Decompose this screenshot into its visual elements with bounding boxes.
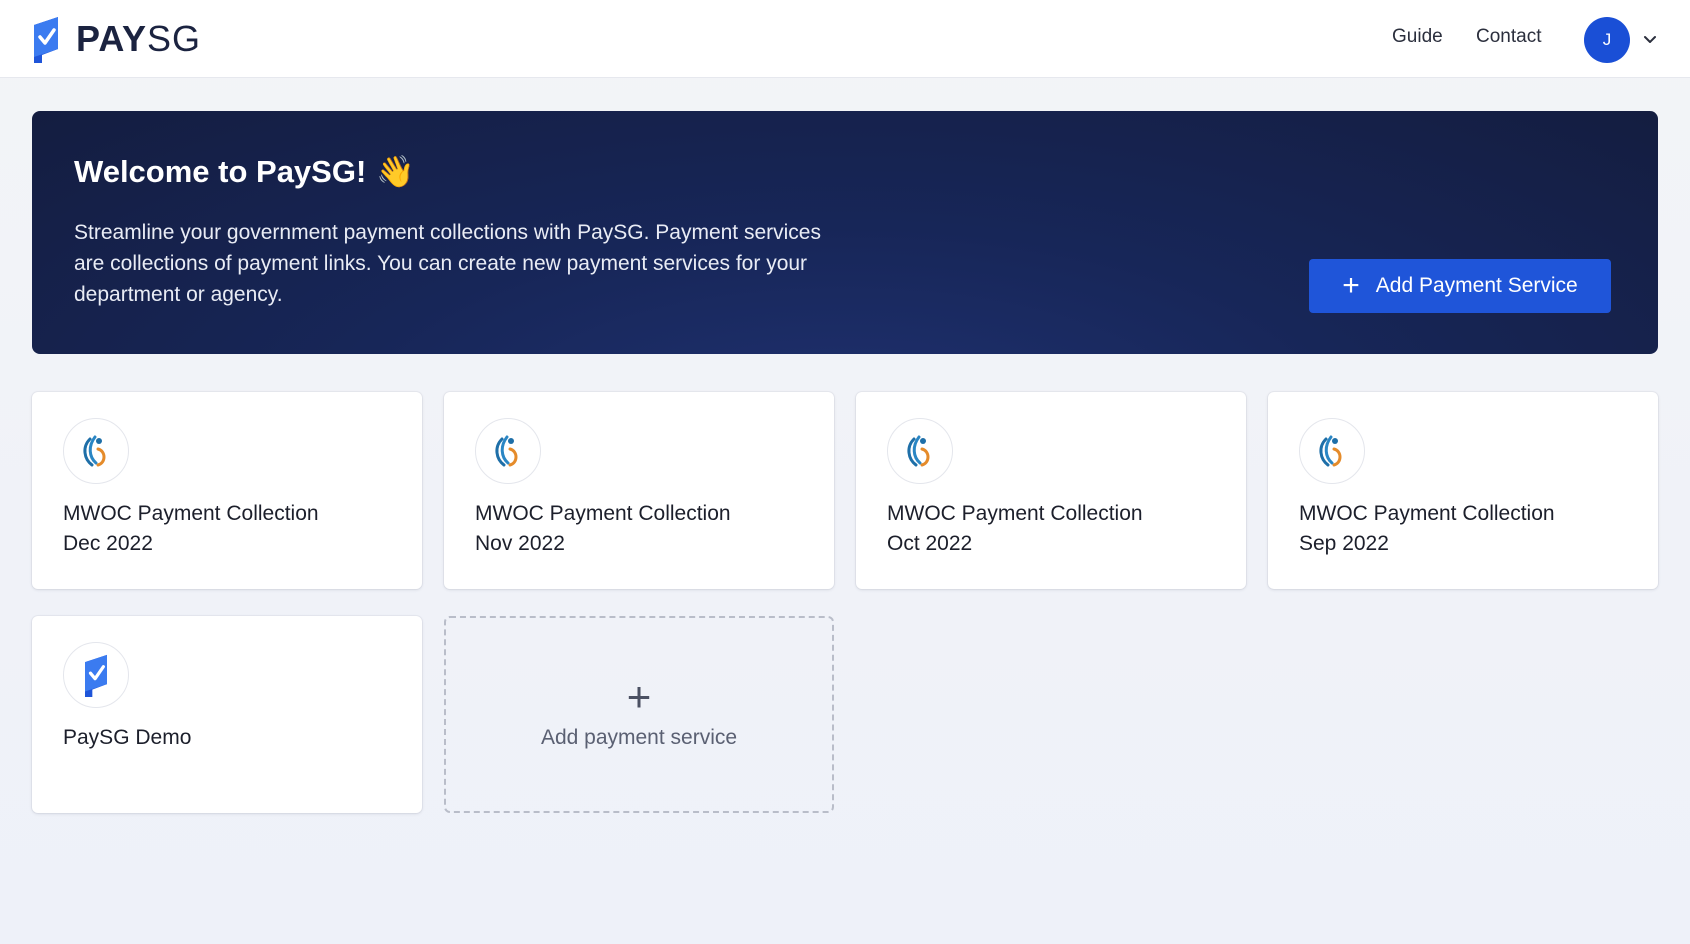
plus-icon: +	[626, 673, 652, 720]
service-title: MWOC Payment Collection Oct 2022	[887, 502, 1143, 555]
waving-hand-icon: 👋	[376, 154, 415, 189]
welcome-banner: Welcome to PaySG! 👋 Streamline your gover…	[32, 111, 1658, 354]
mwoc-logo-icon	[1319, 435, 1342, 467]
brand-wordmark: PAYSG	[76, 18, 202, 59]
mwoc-logo-icon	[83, 435, 106, 467]
plus-icon: +	[1342, 269, 1360, 302]
mwoc-logo-icon	[495, 435, 518, 467]
service-card[interactable]: MWOC Payment Collection Dec 2022	[32, 392, 422, 589]
service-logo	[63, 642, 129, 708]
welcome-title: Welcome to PaySG! 👋	[74, 154, 415, 189]
paysg-logo-icon	[34, 17, 58, 63]
service-logo	[1299, 418, 1365, 484]
service-title: MWOC Payment Collection Nov 2022	[475, 502, 731, 555]
add-payment-service-card-label: Add payment service	[540, 726, 738, 749]
service-card[interactable]: MWOC Payment Collection Nov 2022	[444, 392, 834, 589]
top-navigation-bar: PAYSG Guide Contact J	[0, 0, 1690, 78]
service-logo	[887, 418, 953, 484]
paysg-logo-icon	[85, 654, 107, 697]
service-logo	[63, 418, 129, 484]
brand-logo[interactable]: PAYSG	[30, 14, 201, 64]
welcome-description: Streamline your government payment colle…	[74, 221, 821, 306]
add-payment-service-card[interactable]: + Add payment service	[444, 616, 834, 813]
service-logo	[475, 418, 541, 484]
nav-guide-link[interactable]: Guide	[1392, 26, 1443, 48]
add-payment-service-button[interactable]: + Add Payment Service	[1309, 259, 1611, 313]
nav-contact-link[interactable]: Contact	[1476, 26, 1541, 48]
service-card[interactable]: PaySG Demo	[32, 616, 422, 813]
mwoc-logo-icon	[907, 435, 930, 467]
service-title: PaySG Demo	[63, 726, 192, 749]
add-payment-service-label: Add Payment Service	[1375, 274, 1578, 297]
service-title: MWOC Payment Collection Dec 2022	[63, 502, 319, 555]
service-title: MWOC Payment Collection Sep 2022	[1299, 502, 1555, 555]
chevron-down-icon[interactable]	[1642, 32, 1658, 48]
service-card[interactable]: MWOC Payment Collection Sep 2022	[1268, 392, 1658, 589]
service-card[interactable]: MWOC Payment Collection Oct 2022	[856, 392, 1246, 589]
user-avatar[interactable]: J	[1584, 17, 1630, 63]
